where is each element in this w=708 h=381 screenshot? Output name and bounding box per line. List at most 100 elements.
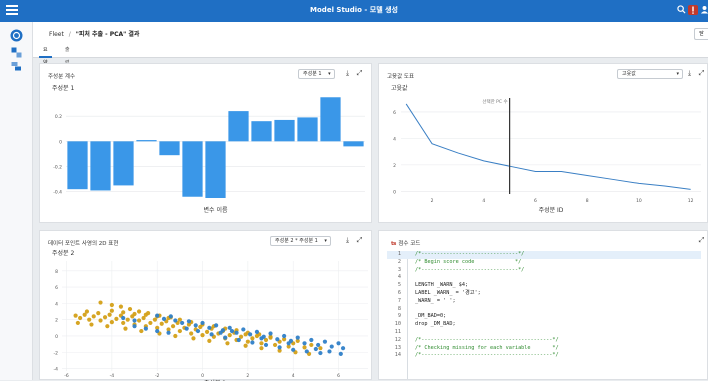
scatter-point	[259, 341, 264, 346]
scatter-point	[148, 320, 153, 326]
panel-title: 주성분 계수	[48, 74, 76, 80]
line-text: LENGTH _WARN_ $4;	[415, 282, 469, 289]
scatter-point	[225, 341, 230, 346]
notification-icon[interactable]	[688, 5, 698, 15]
scatter-point	[302, 345, 307, 350]
x-tick-label: -6	[64, 373, 69, 379]
maximize-icon[interactable]: ⤢	[697, 236, 706, 245]
code-line[interactable]: 13 /* Checking missing for each variable …	[387, 345, 701, 353]
download-icon[interactable]: ⤓	[343, 69, 352, 78]
scatter-point	[304, 349, 309, 354]
tab-output-data[interactable]: 출력 데이터	[61, 44, 74, 105]
code-line[interactable]: 11	[387, 329, 701, 337]
scatter-point	[127, 306, 133, 312]
component-select[interactable]: 주성분 1 ▾	[298, 69, 335, 79]
scatter-point	[114, 316, 119, 321]
tab-summary[interactable]: 요약	[39, 44, 52, 66]
scatter-point	[191, 336, 196, 341]
scatter-point	[89, 322, 94, 327]
breadcrumb-current: "피처 추출 - PCA" 결과	[75, 31, 140, 38]
axes-select[interactable]: 주성분 2 * 주성분 1 ▾	[270, 236, 331, 246]
sidebar	[0, 22, 33, 380]
bar	[320, 97, 341, 142]
code-line[interactable]: 2 /* Begin score code */	[387, 259, 701, 267]
maximize-icon[interactable]: ⤢	[697, 69, 706, 78]
loadings-bar-chart: 주성분 1 0.2 0 -0.2 -0.4 변수 이름	[52, 84, 365, 214]
scatter-point	[309, 337, 314, 343]
loadings-panel: 주성분 계수 주성분 1 ▾ ⤓ ⤢ 주성분 1 0.2 0 -0.2 -0.4 변수 이…	[39, 63, 372, 223]
code-line[interactable]: 8	[387, 306, 701, 314]
scatter-point	[275, 337, 280, 342]
code-line[interactable]: 3 /*-------------------------------*/	[387, 267, 701, 275]
line-number: 6	[397, 290, 401, 296]
code-line[interactable]: 9 _DM_BAD=0;	[387, 313, 701, 321]
scatter-point	[272, 342, 278, 348]
scatter-point	[161, 316, 167, 321]
scatter-point	[223, 335, 228, 340]
scatter-point	[173, 318, 178, 323]
maximize-icon[interactable]: ⤢	[355, 69, 364, 78]
y-tick-label: 2	[55, 318, 58, 324]
code-editor[interactable]: 1 /*-------------------------------*/ 2 /* …	[387, 251, 701, 379]
pipeline-icon[interactable]	[10, 27, 23, 42]
chevron-down-icon: ▾	[324, 238, 327, 244]
code-line[interactable]: 7 _WARN_ = ' ';	[387, 298, 701, 306]
scree-select[interactable]: 고윳값 ▾	[617, 69, 683, 79]
bar	[182, 141, 203, 197]
scatter-panel: 데이터 포인트 사영의 2D 표현 주성분 2 * 주성분 1 ▾ ⤓ ⤢ 주성…	[39, 230, 372, 381]
x-tick-label: 10	[636, 198, 642, 204]
bar	[159, 141, 180, 156]
scatter-point	[193, 323, 198, 328]
breadcrumb-root[interactable]: Fleet	[49, 31, 64, 38]
scatter-point	[227, 333, 232, 338]
download-icon[interactable]: ⤓	[685, 69, 694, 78]
chart-title: 고윳값	[391, 84, 408, 92]
scatter-point	[243, 343, 248, 348]
code-line[interactable]: 14 /*------------------------------------…	[387, 352, 701, 360]
models-icon[interactable]	[10, 58, 23, 71]
bar	[343, 141, 364, 147]
download-icon[interactable]: ⤓	[343, 236, 352, 245]
y-tick-label: 0	[393, 189, 396, 195]
y-tick-label: 6	[393, 110, 396, 116]
y-tick-label: -0.2	[53, 165, 62, 171]
x-tick-label: 6	[337, 373, 340, 379]
y-tick-label: 4	[393, 136, 396, 142]
line-number: 5	[397, 282, 401, 289]
scatter-point	[105, 324, 110, 329]
x-tick-label: 4	[292, 373, 295, 379]
code-line[interactable]: 5 LENGTH _WARN_ $4;	[387, 282, 701, 290]
scatter-point	[173, 333, 178, 339]
component-select-value: 주성분 1	[303, 71, 322, 77]
line-text: /* Checking missing for each variable */	[415, 344, 559, 351]
scatter-point	[139, 328, 144, 334]
code-line[interactable]: 6 LABEL _WARN_ = '경고';	[387, 290, 701, 298]
x-tick-label: 0	[201, 373, 204, 379]
y-tick-label: 4	[55, 301, 58, 307]
code-line[interactable]: 4	[387, 274, 701, 282]
search-icon[interactable]	[676, 5, 686, 15]
scatter-point	[109, 302, 114, 308]
y-tick-label: 0	[55, 334, 58, 340]
scatter-point	[195, 328, 201, 334]
scatter-point	[96, 311, 101, 316]
maximize-icon[interactable]: ⤢	[355, 236, 364, 245]
code-line[interactable]: 12 /*------------------------------------…	[387, 337, 701, 345]
line-number: 4	[397, 274, 401, 281]
user-icon[interactable]	[699, 5, 708, 15]
line-text: _WARN_ = ' ';	[415, 297, 456, 304]
code-line[interactable]: 10 drop _DM_BAD;	[387, 321, 701, 329]
close-button[interactable]: 닫	[694, 28, 708, 40]
scatter-point	[245, 339, 250, 344]
line-text: drop _DM_BAD;	[415, 321, 456, 328]
chevron-down-icon: ▾	[676, 71, 679, 77]
code-icon: ʦ	[391, 241, 397, 247]
code-panel-title: 점수 코드	[398, 241, 421, 247]
y-tick-label: 2	[393, 163, 396, 169]
scatter-point	[204, 329, 210, 334]
line-text: /*--------------------------------------…	[415, 352, 559, 359]
scatter-point	[98, 300, 103, 305]
code-line[interactable]: 1 /*-------------------------------*/	[387, 251, 701, 259]
data-icon[interactable]	[10, 44, 23, 58]
panel-title: 고윳값 도표	[387, 74, 415, 80]
